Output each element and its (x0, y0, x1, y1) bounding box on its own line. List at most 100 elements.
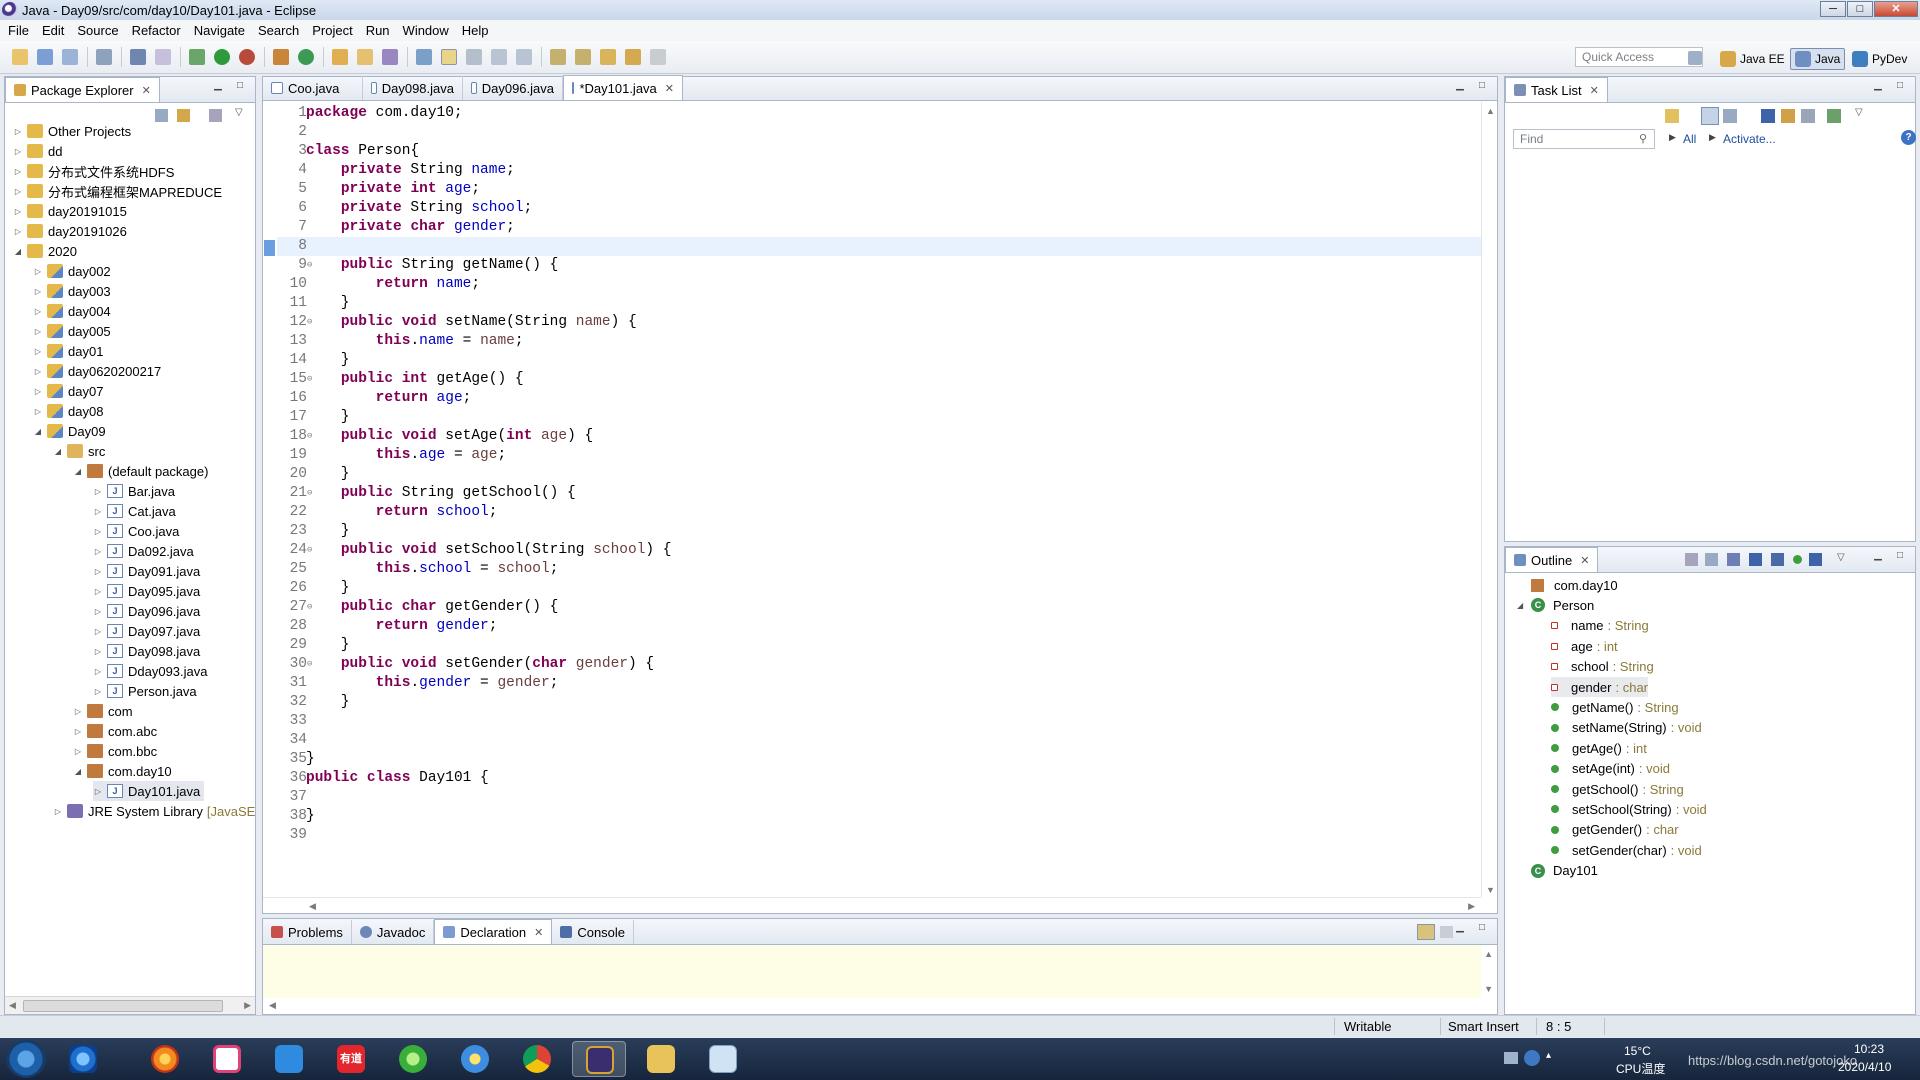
expand-icon[interactable]: ▷ (33, 407, 43, 416)
link-with-editor-icon[interactable] (1417, 924, 1435, 940)
code-line[interactable]: 39 (263, 826, 1481, 845)
close-tab-icon[interactable]: ✕ (534, 926, 543, 939)
outline-item[interactable]: getSchool(): String (1551, 779, 1684, 799)
tree-item[interactable]: ▷ J Da092.java (93, 541, 194, 561)
collapse-icon[interactable]: ◢ (53, 447, 63, 456)
maximize-view-icon[interactable]: □ (1475, 81, 1489, 93)
menu-window[interactable]: Window (399, 23, 458, 38)
tree-item[interactable]: ▷ J Bar.java (93, 481, 175, 501)
all-link[interactable]: All (1683, 132, 1696, 146)
outline-item[interactable]: getName(): String (1551, 697, 1679, 717)
menu-source[interactable]: Source (73, 23, 127, 38)
code-line[interactable]: 34 (263, 731, 1481, 750)
editor-vscrollbar[interactable]: ▲ ▼ (1481, 102, 1497, 897)
outline-item[interactable]: getAge(): int (1551, 738, 1647, 758)
hide-fields-icon[interactable] (1749, 553, 1762, 566)
tree-item[interactable]: ▷ day004 (33, 301, 111, 321)
pilcrow-icon[interactable] (516, 49, 532, 65)
code-line[interactable]: 1 package com.day10; (263, 104, 1481, 123)
code-line[interactable]: 28 return gender; (263, 617, 1481, 636)
run-icon[interactable] (214, 49, 230, 65)
expand-icon[interactable]: ▷ (33, 307, 43, 316)
new-icon[interactable] (12, 49, 28, 65)
taskbar-chrome[interactable] (510, 1041, 564, 1077)
outline-item[interactable]: C Day101 (1531, 861, 1598, 881)
menu-edit[interactable]: Edit (38, 23, 73, 38)
code-line[interactable]: 12 ⊖ public void setName(String name) { (263, 313, 1481, 332)
code-line[interactable]: 35} (263, 750, 1481, 769)
keyboard-icon[interactable] (1504, 1052, 1518, 1064)
outline-item[interactable]: name: String (1551, 616, 1649, 636)
expand-icon[interactable]: ▷ (33, 387, 43, 396)
scroll-down-icon[interactable]: ▼ (1484, 984, 1493, 994)
code-line[interactable]: 30 ⊖ public void setGender(char gender) { (263, 655, 1481, 674)
expand-icon[interactable]: ▷ (93, 627, 103, 636)
view-menu-icon[interactable]: ▽ (1855, 107, 1863, 118)
code-line[interactable]: 17 } (263, 408, 1481, 427)
tree-item[interactable]: ▷ day002 (33, 261, 111, 281)
tree-item[interactable]: ▷ J Day097.java (93, 621, 200, 641)
hide-static-icon[interactable] (1771, 553, 1784, 566)
last-edit-location-icon[interactable] (600, 49, 616, 65)
synchronize-icon[interactable] (1827, 109, 1841, 123)
taskbar-ie[interactable] (56, 1041, 110, 1077)
categorized-icon[interactable] (1701, 107, 1719, 125)
open-perspective-icon[interactable] (1688, 51, 1702, 65)
code-line[interactable]: 2 (263, 123, 1481, 142)
scroll-left-icon[interactable]: ◀ (269, 1000, 276, 1011)
block-selection-icon[interactable] (466, 49, 482, 65)
focus-on-active-task-icon[interactable] (1685, 553, 1698, 566)
scroll-down-icon[interactable]: ▼ (1486, 885, 1495, 895)
hide-completed-icon[interactable] (1761, 109, 1775, 123)
code-line[interactable]: 22 return school; (263, 503, 1481, 522)
code-line[interactable]: 31 this.gender = gender; (263, 674, 1481, 693)
code-line[interactable]: 7 private char gender; (263, 218, 1481, 237)
tree-item[interactable]: ▷ J Person.java (93, 681, 197, 701)
menu-run[interactable]: Run (362, 23, 399, 38)
toggle-mark-occurrences-icon[interactable] (416, 49, 432, 65)
code-line[interactable]: 23 } (263, 522, 1481, 541)
code-line[interactable]: 9 ⊖ public String getName() { (263, 256, 1481, 275)
tree-item[interactable]: ▷ J Coo.java (93, 521, 179, 541)
tree-item[interactable]: ▷ 分布式文件系统HDFS (13, 161, 174, 181)
package-explorer-hscrollbar[interactable]: ◀ ▶ (5, 996, 255, 1014)
editor-tab[interactable]: Coo.java (263, 76, 363, 100)
search-icon[interactable]: ⚲ (1639, 132, 1647, 145)
new-task-icon[interactable] (1665, 109, 1679, 123)
menu-refactor[interactable]: Refactor (128, 23, 190, 38)
outline-item[interactable]: ◢ C Person (1517, 595, 1594, 615)
tree-item[interactable]: ▷ day005 (33, 321, 111, 341)
menu-search[interactable]: Search (254, 23, 308, 38)
tab-package-explorer[interactable]: Package Explorer ✕ (5, 77, 160, 102)
code-line[interactable]: 26 } (263, 579, 1481, 598)
taskbar-ie2[interactable] (448, 1041, 502, 1077)
taskbar-eclipse[interactable] (572, 1041, 626, 1077)
expand-icon[interactable]: ▷ (33, 327, 43, 336)
menu-project[interactable]: Project (308, 23, 361, 38)
code-line[interactable]: 18 ⊖ public void setAge(int age) { (263, 427, 1481, 446)
expand-icon[interactable]: ▷ (13, 227, 23, 236)
expand-icon[interactable]: ▷ (93, 507, 103, 516)
focus-workweek-icon[interactable] (1781, 109, 1795, 123)
editor-tab[interactable]: *Day101.java ✕ (563, 75, 683, 100)
tree-item[interactable]: ▷ com.abc (73, 721, 157, 741)
outline-item[interactable]: com.day10 (1531, 575, 1618, 595)
open-task-icon[interactable] (357, 49, 373, 65)
save-icon[interactable] (37, 49, 53, 65)
tree-item[interactable]: ▷ J Day095.java (93, 581, 200, 601)
taskbar-photos[interactable] (200, 1041, 254, 1077)
tree-item[interactable]: ◢ src (53, 441, 105, 461)
code-line[interactable]: 25 this.school = school; (263, 560, 1481, 579)
clock-date[interactable]: 2020/4/10 (1838, 1060, 1891, 1074)
outline-item[interactable]: setName(String): void (1551, 718, 1702, 738)
expand-icon[interactable]: ▷ (73, 747, 83, 756)
maximize-button[interactable]: □ (1847, 1, 1873, 17)
expand-icon[interactable]: ▷ (93, 787, 103, 796)
menu-help[interactable]: Help (458, 23, 498, 38)
outline-item[interactable]: getGender(): char (1551, 820, 1679, 840)
code-line[interactable]: 38} (263, 807, 1481, 826)
expand-icon[interactable]: ▷ (93, 487, 103, 496)
sort-icon[interactable] (1727, 553, 1740, 566)
new-java-class-icon[interactable] (298, 49, 314, 65)
code-line[interactable]: 32 } (263, 693, 1481, 712)
